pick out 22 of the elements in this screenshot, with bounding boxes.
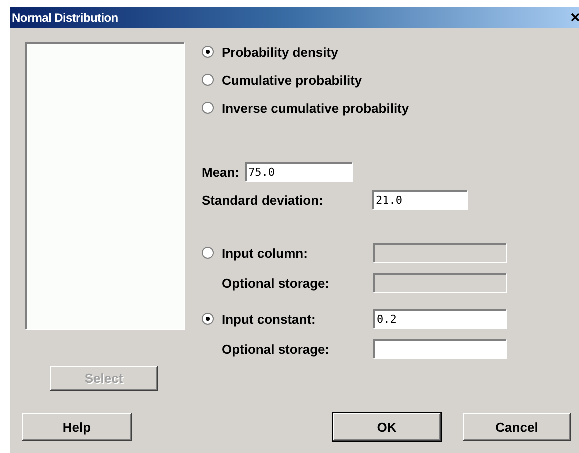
- standard-deviation-label: Standard deviation:: [202, 192, 324, 208]
- radio-button[interactable]: [202, 46, 214, 58]
- radio-button[interactable]: [202, 74, 214, 86]
- option-label: Probability density: [222, 44, 338, 60]
- input-field[interactable]: 0.2: [373, 309, 507, 329]
- window-title: Normal Distribution: [11, 10, 118, 24]
- storage-label: Optional storage:: [222, 276, 331, 290]
- radio-button[interactable]: [202, 313, 214, 325]
- input-label: Input column:: [222, 246, 309, 260]
- option-label: Inverse cumulative probability: [222, 100, 410, 116]
- storage-field[interactable]: [373, 339, 507, 359]
- dialog-button[interactable]: Help: [22, 413, 132, 441]
- mean-label: Mean:: [202, 164, 240, 180]
- dialog-button[interactable]: Cancel: [463, 413, 571, 441]
- close-icon[interactable]: [571, 12, 579, 23]
- standard-deviation-field[interactable]: 21.0: [372, 190, 468, 210]
- dialog-button[interactable]: OK: [333, 413, 441, 441]
- mean-field[interactable]: 75.0: [244, 162, 353, 182]
- input-label: Input constant:: [222, 312, 317, 326]
- storage-label: Optional storage:: [222, 342, 331, 356]
- radio-button[interactable]: [202, 102, 214, 114]
- option-label: Cumulative probability: [222, 72, 362, 88]
